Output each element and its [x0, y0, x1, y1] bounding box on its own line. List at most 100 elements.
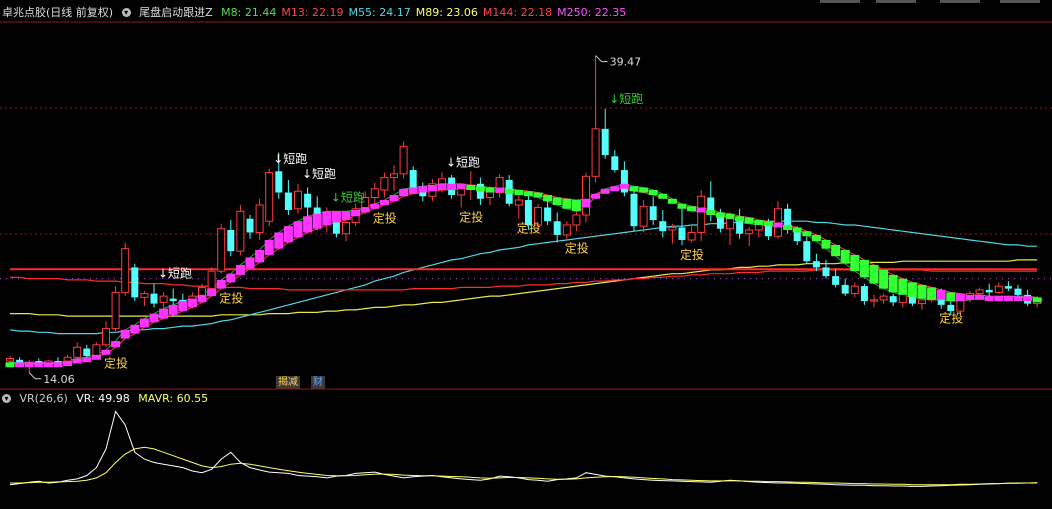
- trend-ribbon-block: [591, 193, 601, 199]
- candle: [399, 141, 408, 179]
- candle-body: [1004, 286, 1012, 289]
- short-run-signal: ↓短跑: [331, 190, 365, 204]
- candle: [860, 283, 868, 305]
- trend-ribbon-block: [207, 288, 217, 297]
- candle: [304, 187, 312, 219]
- trend-ribbon-block: [1023, 296, 1033, 302]
- candle-body: [649, 206, 657, 220]
- trend-ribbon-block: [312, 213, 322, 229]
- trend-ribbon-block: [571, 200, 581, 212]
- candle-body: [457, 188, 466, 196]
- candle-body: [591, 128, 600, 177]
- trend-ribbon-block: [485, 187, 495, 193]
- candle-body: [812, 261, 820, 268]
- candle: [246, 214, 254, 239]
- candle: [514, 195, 523, 219]
- trend-ribbon-block: [687, 206, 697, 212]
- trend-ribbon-block: [994, 296, 1004, 302]
- trend-ribbon-block: [53, 362, 63, 368]
- candle: [150, 283, 158, 308]
- trend-ribbon-block: [82, 357, 92, 363]
- candle-body: [870, 299, 878, 302]
- candle-body: [678, 227, 686, 240]
- candle: [822, 259, 830, 279]
- trend-ribbon-block: [437, 183, 447, 191]
- trend-ribbon-block: [389, 195, 399, 202]
- short-run-signal: ↓短跑: [446, 156, 480, 170]
- candle: [803, 236, 811, 264]
- trend-ribbon-block: [72, 358, 82, 364]
- candle: [236, 205, 245, 255]
- trend-ribbon-block: [216, 279, 226, 289]
- trend-ribbon-block: [754, 219, 764, 225]
- fixed-invest-signal: 定投: [104, 356, 128, 371]
- candle: [639, 200, 648, 233]
- candle-body: [246, 218, 254, 233]
- trend-ribbon-block: [600, 188, 610, 194]
- candle-body: [304, 193, 312, 208]
- fixed-invest-signal: 定投: [680, 247, 704, 262]
- trend-ribbon-block: [120, 329, 130, 339]
- trend-ribbon-block: [696, 207, 706, 213]
- trend-ribbon-block: [226, 273, 236, 283]
- candle-body: [841, 284, 849, 294]
- trend-ribbon-block: [504, 188, 514, 194]
- trend-ribbon-block: [1032, 297, 1042, 303]
- candle-body: [92, 344, 101, 357]
- trend-ribbon-block: [360, 207, 370, 213]
- candle-body: [918, 299, 926, 305]
- candle-body: [83, 348, 91, 357]
- trend-ribbon-block: [763, 221, 773, 227]
- trend-ribbon-block: [936, 289, 946, 300]
- candle: [294, 183, 302, 214]
- trend-ribbon-block: [523, 191, 533, 197]
- trend-ribbon-block: [715, 212, 725, 218]
- candle: [265, 168, 274, 227]
- candle-body: [159, 295, 168, 303]
- trend-ribbon-block: [658, 193, 668, 199]
- candle: [687, 226, 696, 243]
- trend-ribbon-block: [159, 308, 169, 319]
- trend-ribbon-block: [322, 211, 332, 225]
- candle-body: [370, 188, 379, 199]
- candle: [582, 172, 590, 223]
- trend-ribbon-block: [475, 186, 485, 192]
- candle: [1004, 281, 1012, 292]
- candle-body: [342, 221, 350, 235]
- candle: [1014, 284, 1022, 297]
- fixed-invest-signal: 定投: [517, 221, 541, 236]
- trend-ribbon-block: [418, 186, 428, 193]
- candle-body: [697, 195, 706, 233]
- candle-body: [514, 199, 523, 206]
- candle-body: [140, 293, 149, 298]
- candle-body: [227, 229, 235, 252]
- candle-body: [745, 229, 754, 235]
- trend-ribbon-block: [802, 231, 812, 237]
- trend-ribbon-block: [274, 232, 284, 249]
- short-run-signal: ↓短跑: [609, 92, 643, 106]
- candle-body: [822, 267, 830, 277]
- trend-ribbon-block: [773, 222, 783, 228]
- trend-ribbon-block: [725, 213, 735, 219]
- low-price-label: 14.06: [43, 373, 74, 386]
- trend-ribbon-block: [869, 264, 879, 284]
- trend-ribbon-block: [984, 296, 994, 302]
- candle: [659, 209, 667, 238]
- candle: [591, 55, 600, 183]
- candle-body: [898, 293, 907, 303]
- candle: [707, 181, 715, 222]
- trend-ribbon-block: [456, 183, 466, 189]
- trend-ribbon-block: [43, 362, 53, 368]
- candle: [121, 242, 130, 297]
- candle-body: [1014, 288, 1022, 295]
- candle: [697, 190, 706, 242]
- trend-ribbon-block: [783, 224, 793, 230]
- trend-ribbon-block: [341, 211, 351, 220]
- trend-ribbon-block: [101, 349, 111, 355]
- trend-ribbon-block: [495, 187, 505, 193]
- candle: [495, 173, 504, 198]
- trend-ribbon-block: [331, 211, 341, 223]
- candle-body: [601, 128, 609, 156]
- candle: [562, 221, 571, 239]
- candle-body: [399, 145, 408, 175]
